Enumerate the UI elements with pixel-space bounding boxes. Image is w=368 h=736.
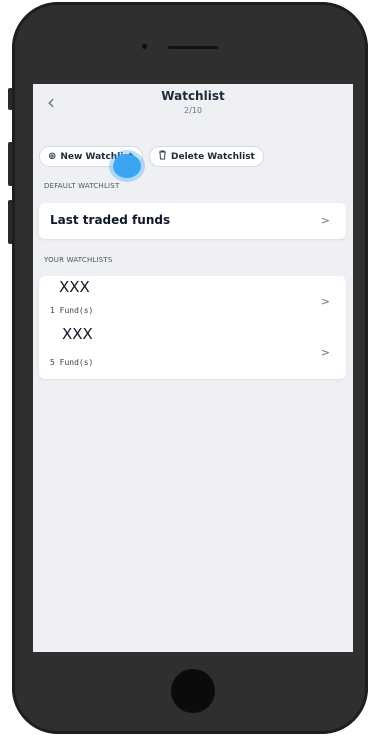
watchlists-card: XXX 1 Fund(s) > XXX 5 Fund(s) > [39, 276, 346, 379]
chevron-right-icon: > [320, 295, 330, 308]
camera-dot [142, 44, 147, 49]
speaker [168, 46, 218, 49]
watchlist-name: XXX [62, 325, 93, 343]
delete-watchlist-label: Delete Watchlist [171, 151, 255, 162]
delete-watchlist-button[interactable]: Delete Watchlist [149, 146, 264, 167]
list-item[interactable]: XXX 1 Fund(s) > [39, 276, 346, 327]
page-title: Watchlist [161, 89, 225, 103]
watchlist-count: 1 Fund(s) [50, 306, 94, 315]
home-button[interactable] [171, 669, 215, 713]
default-watchlist-heading: DEFAULT WATCHLIST [44, 182, 120, 190]
your-watchlists-heading: YOUR WATCHLISTS [44, 256, 113, 264]
chevron-right-icon: > [320, 214, 330, 227]
watchlist-name: XXX [59, 278, 90, 296]
list-item[interactable]: XXX 5 Fund(s) > [39, 325, 346, 379]
watchlist-count: 5 Fund(s) [50, 358, 94, 367]
last-traded-funds-row[interactable]: Last traded funds > [39, 203, 346, 239]
page-subtitle: 2/10 [184, 106, 202, 115]
trash-icon [158, 150, 167, 163]
plus-circle-icon: ⊕ [48, 151, 57, 162]
last-traded-funds-label: Last traded funds [50, 213, 171, 227]
tap-indicator [113, 154, 141, 178]
app-screen: ‹ Watchlist 2/10 ⊕ New Watchlist Delete … [33, 84, 353, 652]
header: ‹ Watchlist 2/10 [33, 84, 353, 132]
chevron-right-icon: > [320, 346, 330, 359]
